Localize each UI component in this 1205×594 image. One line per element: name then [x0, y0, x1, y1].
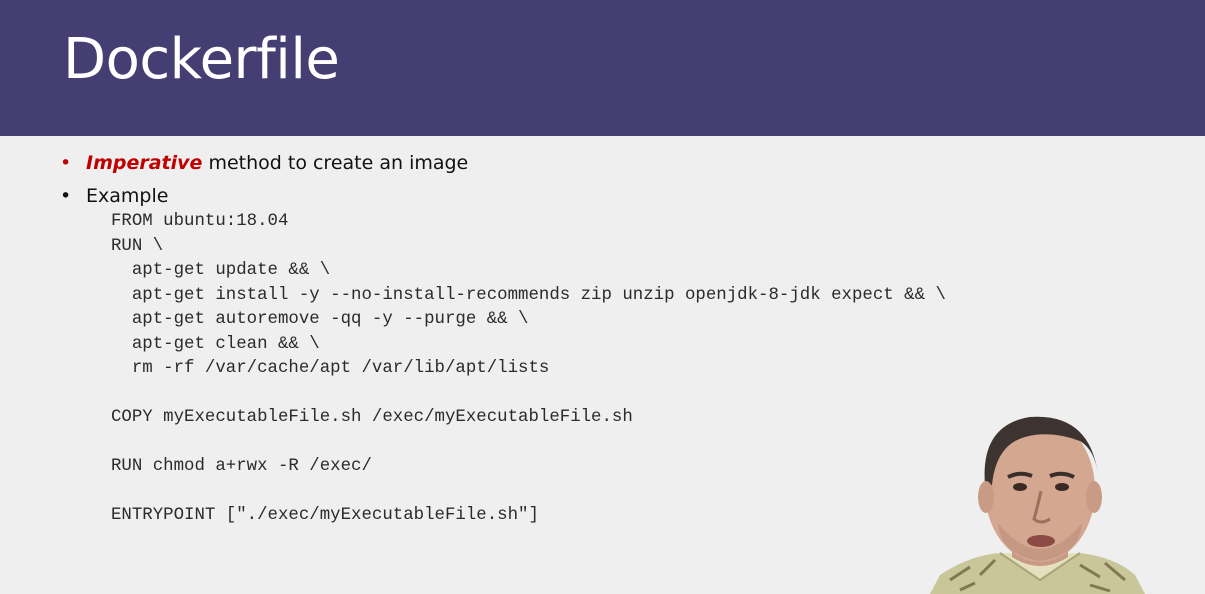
- code-line: apt-get clean && \: [111, 334, 320, 354]
- code-line: RUN \: [111, 236, 164, 256]
- slide-header: Dockerfile: [0, 0, 1205, 136]
- code-line: ENTRYPOINT ["./exec/myExecutableFile.sh"…: [111, 506, 539, 525]
- bullet-dot-icon: •: [60, 152, 72, 174]
- bullet-item-imperative: • Imperative method to create an image: [60, 152, 468, 174]
- code-line: RUN chmod a+rwx -R /exec/: [111, 457, 372, 476]
- slide-title: Dockerfile: [63, 27, 340, 92]
- bullet-item-example: • Example: [60, 185, 168, 207]
- code-line: apt-get update && \: [111, 261, 331, 280]
- code-line: FROM ubuntu:18.04: [111, 212, 289, 231]
- presenter-webcam-overlay: [930, 405, 1150, 594]
- bullet-text: method to create an image: [202, 152, 469, 174]
- code-line: apt-get autoremove -qq -y --purge && \: [111, 310, 529, 329]
- bullet-text: Example: [86, 185, 169, 207]
- code-line: COPY myExecutableFile.sh /exec/myExecuta…: [111, 408, 633, 427]
- bullet-dot-icon: •: [60, 185, 72, 207]
- bullet-emphasis: Imperative: [86, 152, 203, 174]
- code-line: rm -rf /var/cache/apt /var/lib/apt/lists: [111, 359, 550, 378]
- dockerfile-code-block: FROM ubuntu:18.04 RUN \ apt-get update &…: [111, 210, 946, 529]
- code-line: apt-get install -y --no-install-recommen…: [111, 285, 946, 305]
- presenter-figure: [930, 416, 1145, 594]
